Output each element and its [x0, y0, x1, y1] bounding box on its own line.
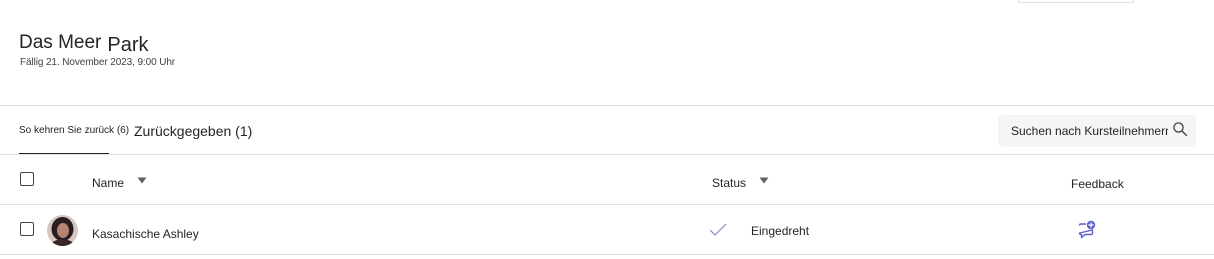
sort-name-caret-icon[interactable]: [137, 177, 147, 184]
avatar: [47, 215, 78, 246]
top-toolbar-edge: [1018, 0, 1134, 3]
search-input[interactable]: [998, 115, 1168, 147]
assignment-title-part2: Park: [107, 34, 149, 56]
search-icon[interactable]: [1172, 121, 1188, 137]
add-feedback-icon[interactable]: [1077, 220, 1097, 240]
assignment-title-part1: Das Meer: [19, 32, 102, 53]
avatar-photo: [47, 215, 78, 246]
status-text: Eingedreht: [751, 224, 810, 238]
tab-returned[interactable]: Zurückgegeben (1): [134, 123, 252, 139]
due-date: Fällig 21. November 2023, 9:00 Uhr: [20, 57, 176, 68]
row-checkbox[interactable]: [20, 222, 34, 236]
assignment-title: Das Meer Park: [19, 30, 149, 56]
column-header-name[interactable]: Name: [92, 176, 124, 190]
tab-to-return[interactable]: So kehren Sie zurück (6): [19, 125, 129, 136]
header-divider: [0, 105, 1214, 106]
tabs-divider: [0, 154, 1214, 155]
table-header-divider: [0, 204, 1214, 205]
select-all-checkbox[interactable]: [20, 172, 34, 186]
row-divider: [0, 254, 1214, 255]
student-search-box[interactable]: [998, 115, 1196, 147]
column-header-status[interactable]: Status: [712, 176, 746, 190]
sort-status-caret-icon[interactable]: [759, 177, 769, 184]
checkmark-icon: [709, 223, 727, 236]
student-name[interactable]: Kasachische Ashley: [92, 227, 199, 241]
column-header-feedback: Feedback: [1071, 177, 1124, 191]
